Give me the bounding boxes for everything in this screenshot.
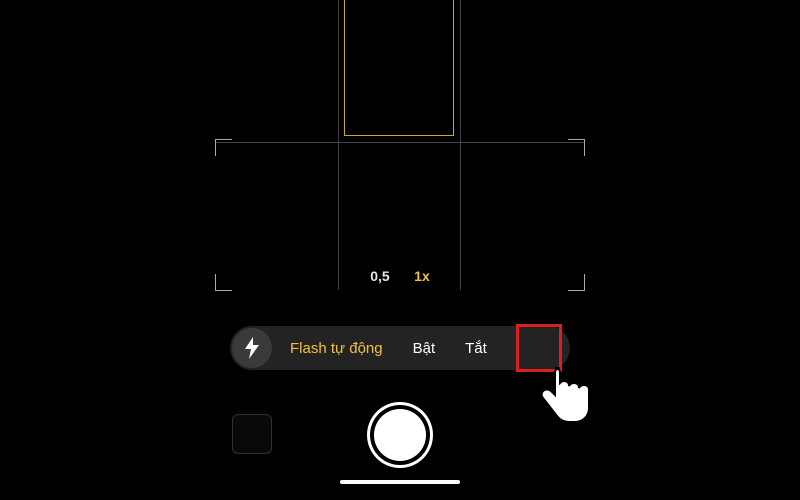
- flash-icon-button[interactable]: [232, 328, 272, 368]
- camera-viewfinder[interactable]: 0,5 1x: [216, 0, 584, 310]
- focus-tick: [392, 135, 406, 136]
- flash-option-on[interactable]: Bật: [405, 340, 444, 357]
- focus-tick: [344, 57, 345, 71]
- flash-icon: [243, 337, 261, 359]
- shutter-button[interactable]: [367, 402, 433, 468]
- camera-screen: 0,5 1x Flash tự động Bật Tắt: [0, 0, 800, 500]
- frame-corner-icon: [215, 139, 232, 156]
- zoom-option-1x[interactable]: 1x: [414, 268, 430, 284]
- shutter-button-inner: [374, 409, 426, 461]
- flash-option-off[interactable]: Tắt: [457, 340, 495, 357]
- home-indicator: [340, 480, 460, 484]
- zoom-selector: 0,5 1x: [216, 268, 584, 286]
- frame-corner-icon: [568, 139, 585, 156]
- flash-option-auto[interactable]: Flash tự động: [282, 340, 391, 357]
- flash-mode-bar: Flash tự động Bật Tắt: [230, 326, 570, 370]
- last-photo-thumbnail[interactable]: [232, 414, 272, 454]
- camera-controls: Flash tự động Bật Tắt: [216, 310, 584, 490]
- zoom-option-0-5x[interactable]: 0,5: [370, 268, 389, 284]
- focus-box: [344, 0, 454, 136]
- focus-tick: [453, 57, 454, 71]
